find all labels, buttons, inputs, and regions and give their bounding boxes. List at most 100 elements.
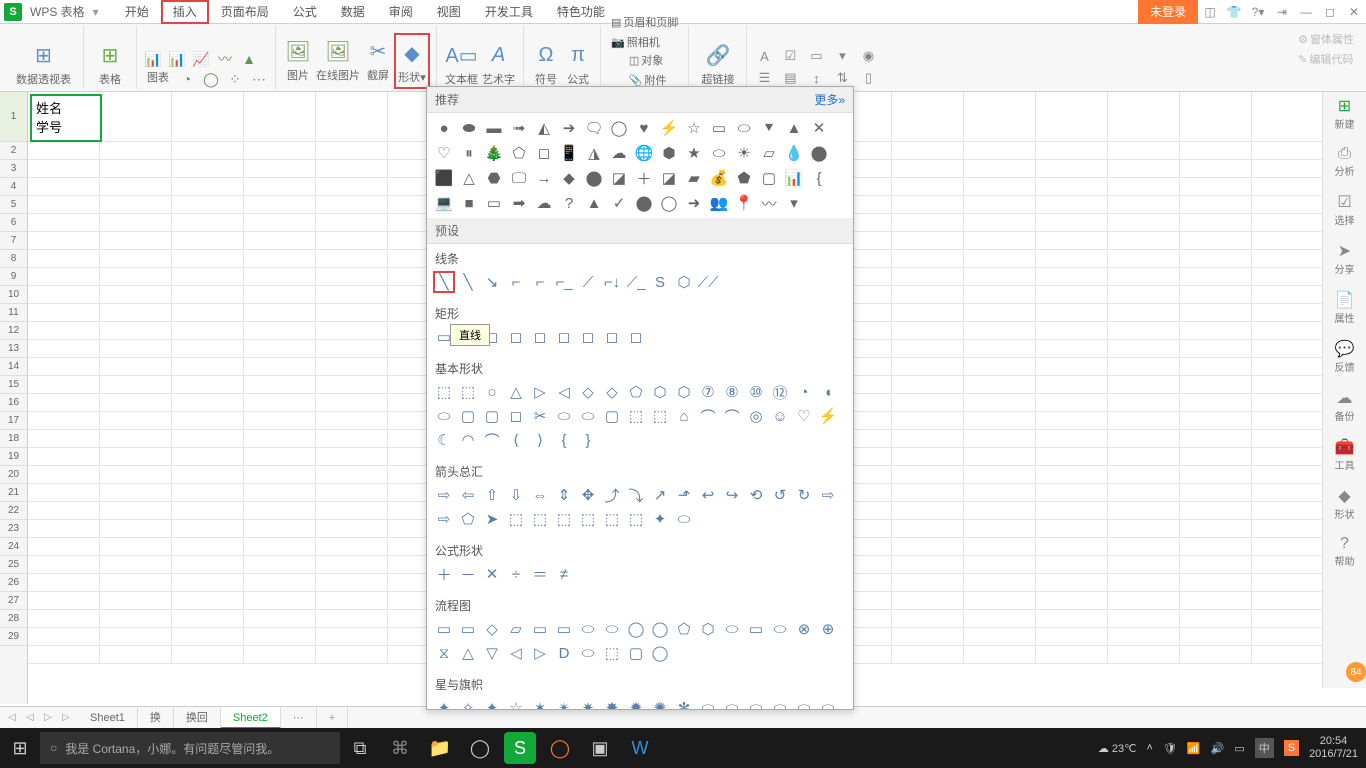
mini-box-icon[interactable]: ▭ [805, 45, 827, 67]
object-button[interactable]: ◫对象 [625, 51, 671, 69]
shape-item[interactable]: ✕ [481, 563, 503, 585]
task-explorer-icon[interactable]: 📁 [420, 728, 460, 768]
form-props-button[interactable]: ⚙窗体属性 [1294, 30, 1358, 48]
sheet-add-button[interactable]: + [317, 707, 348, 729]
chart-bar-icon[interactable]: 📊 [143, 49, 163, 69]
shape-item[interactable]: ↻ [793, 484, 815, 506]
shape-item[interactable]: ➟ [508, 117, 530, 139]
shape-item[interactable]: ⑩ [745, 381, 767, 403]
shape-item[interactable]: ◻ [505, 405, 527, 427]
shape-item[interactable]: → [533, 167, 555, 189]
login-button[interactable]: 未登录 [1138, 0, 1198, 24]
shape-item[interactable]: S [649, 271, 671, 293]
shape-item[interactable]: ↩ [697, 484, 719, 506]
shape-item[interactable]: △ [458, 167, 480, 189]
mini-group-icon[interactable]: ▯ [857, 67, 879, 89]
chart-label[interactable]: 图表 [143, 69, 173, 89]
shape-item[interactable]: ⬡ [697, 618, 719, 640]
row-header[interactable]: 9 [0, 268, 27, 286]
shape-item[interactable]: 🖵 [508, 167, 530, 189]
shape-item[interactable]: ⤴ [601, 484, 623, 506]
tray-up-icon[interactable]: ˄ [1147, 742, 1153, 754]
online-picture-button[interactable]: 🖼在线图片 [314, 33, 362, 89]
shape-item[interactable]: ➡ [508, 192, 530, 214]
shape-item[interactable]: ⟋⟋ [697, 271, 719, 293]
mini-check-icon[interactable]: ☑ [779, 45, 801, 67]
shape-item[interactable]: ╲ [433, 271, 455, 293]
shape-item[interactable]: ÷ [505, 563, 527, 585]
row-header[interactable]: 19 [0, 448, 27, 466]
sidebar-item[interactable]: ☁备份 [1335, 388, 1355, 423]
shape-item[interactable]: ▢ [601, 405, 623, 427]
shape-item[interactable]: { [553, 429, 575, 451]
more-link[interactable]: 更多» [814, 91, 845, 108]
shape-item[interactable]: ⬚ [505, 508, 527, 530]
shape-item[interactable]: △ [457, 642, 479, 664]
shape-item[interactable]: ◻ [533, 142, 555, 164]
shape-item[interactable]: ⬡ [673, 381, 695, 403]
shape-item[interactable]: ⟲ [745, 484, 767, 506]
shape-item[interactable]: ▲ [783, 117, 805, 139]
shape-item[interactable]: ＋ [433, 563, 455, 585]
chart-donut-icon[interactable]: ◯ [201, 69, 221, 89]
shape-item[interactable]: ◪ [658, 167, 680, 189]
shape-item[interactable]: ◯ [625, 618, 647, 640]
task-app2-icon[interactable]: ▣ [580, 728, 620, 768]
row-header[interactable]: 20 [0, 466, 27, 484]
row-header[interactable]: 15 [0, 376, 27, 394]
shape-item[interactable]: 📱 [558, 142, 580, 164]
shape-item[interactable]: ◔ [793, 381, 815, 403]
shape-item[interactable]: { [808, 167, 830, 189]
tray-defender-icon[interactable]: 🛡 [1163, 742, 1177, 755]
shape-item[interactable]: ⧖ [433, 642, 455, 664]
maximize-icon[interactable]: ◻ [1318, 0, 1342, 24]
shape-item[interactable]: ◁ [553, 381, 575, 403]
tray-network-icon[interactable]: 📶 [1187, 742, 1201, 755]
shape-item[interactable]: ⇧ [481, 484, 503, 506]
row-header[interactable]: 27 [0, 592, 27, 610]
shape-item[interactable]: ◭ [533, 117, 555, 139]
row-header[interactable]: 22 [0, 502, 27, 520]
shape-item[interactable]: 〰 [758, 192, 780, 214]
row-header[interactable]: 28 [0, 610, 27, 628]
shape-item[interactable]: 📊 [783, 167, 805, 189]
shape-item[interactable]: ? [558, 192, 580, 214]
chart-bar2-icon[interactable]: 📊 [167, 49, 187, 69]
shape-item[interactable]: ▽ [481, 642, 503, 664]
picture-button[interactable]: 🖼图片 [282, 33, 314, 89]
row-header[interactable]: 8 [0, 250, 27, 268]
shape-item[interactable]: ⬤ [633, 192, 655, 214]
shape-item[interactable]: 🗨 [583, 117, 605, 139]
tab-data[interactable]: 数据 [329, 0, 377, 24]
shape-item[interactable]: ✴ [553, 697, 575, 710]
shape-item[interactable]: ⏸ [458, 142, 480, 164]
shape-item[interactable]: ◻ [529, 326, 551, 348]
shape-item[interactable]: ⬚ [529, 508, 551, 530]
equation-button[interactable]: π公式 [562, 37, 594, 89]
shape-item[interactable]: ☾ [433, 429, 455, 451]
tab-review[interactable]: 审阅 [377, 0, 425, 24]
minimize-icon[interactable]: — [1294, 0, 1318, 24]
row-header[interactable]: 18 [0, 430, 27, 448]
row-header[interactable]: 10 [0, 286, 27, 304]
row-header[interactable]: 23 [0, 520, 27, 538]
shape-item[interactable]: ▷ [529, 642, 551, 664]
shape-item[interactable]: ⇨ [433, 484, 455, 506]
shape-item[interactable]: 💰 [708, 167, 730, 189]
close-icon[interactable]: ✕ [1342, 0, 1366, 24]
shape-item[interactable]: ✥ [577, 484, 599, 506]
shape-item[interactable]: ✧ [457, 697, 479, 710]
shape-item[interactable]: ≠ [553, 563, 575, 585]
shape-item[interactable]: ✺ [649, 697, 671, 710]
chart-line-icon[interactable]: 〰 [215, 49, 235, 69]
shape-item[interactable]: ▭ [745, 618, 767, 640]
shape-item[interactable]: ▱ [758, 142, 780, 164]
hyperlink-button[interactable]: 🔗超链接 [695, 37, 740, 89]
task-firefox-icon[interactable]: ◯ [540, 728, 580, 768]
shape-item[interactable]: ◯ [608, 117, 630, 139]
tray-battery-icon[interactable]: ▭ [1234, 742, 1244, 755]
cortana-search[interactable]: ○我是 Cortana，小娜。有问题尽管问我。 [40, 732, 340, 764]
edit-code-button[interactable]: ✎编辑代码 [1294, 50, 1358, 68]
shape-item[interactable]: ⯆ [758, 117, 780, 139]
shape-item[interactable]: } [577, 429, 599, 451]
